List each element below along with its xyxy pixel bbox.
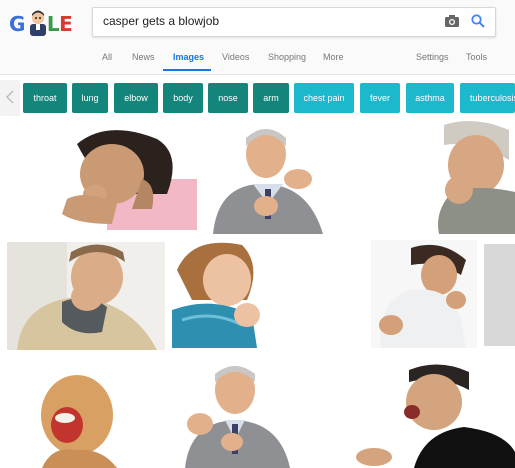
chip-lung[interactable]: lung	[72, 83, 108, 113]
chip-nose[interactable]: nose	[208, 83, 248, 113]
tab-images[interactable]: Images	[173, 52, 204, 62]
chips-scroll-left-button[interactable]	[0, 80, 20, 116]
older-man-coughing-2-image	[170, 362, 300, 468]
chip-fever[interactable]: fever	[360, 83, 400, 113]
image-result-older-man-coughing-2[interactable]	[170, 362, 300, 468]
bald-man-yelling-image	[32, 370, 122, 468]
image-result-bald-man-yelling[interactable]	[32, 370, 122, 468]
settings-link[interactable]: Settings	[416, 52, 449, 62]
image-result-older-man-coughing[interactable]	[208, 124, 328, 234]
man-scarf-coughing-image	[414, 120, 515, 234]
chevron-left-icon	[6, 90, 14, 104]
tab-news[interactable]: News	[132, 52, 155, 62]
chip-chest-pain[interactable]: chest pain	[294, 83, 354, 113]
image-result-woman-blue-scarf-coughing[interactable]	[172, 240, 270, 348]
image-result-gray-thumbnail[interactable]	[484, 244, 515, 346]
older-man-coughing-image	[208, 124, 328, 234]
woman-blue-scarf-coughing-image	[172, 240, 270, 348]
chip-throat[interactable]: throat	[23, 83, 67, 113]
search-nav: All News Images Videos Shopping More Set…	[0, 50, 515, 72]
image-result-man-beige-sweater-coughing[interactable]	[7, 242, 165, 350]
tab-all[interactable]: All	[102, 52, 112, 62]
tab-more[interactable]: More	[323, 52, 344, 62]
image-result-man-scarf-coughing[interactable]	[414, 120, 515, 234]
image-result-man-white-shirt-coughing[interactable]	[371, 240, 477, 348]
image-result-man-dark-shirt-coughing[interactable]	[354, 362, 515, 468]
woman-coughing-image	[7, 124, 197, 230]
chip-arm[interactable]: arm	[253, 83, 289, 113]
chip-asthma[interactable]: asthma	[406, 83, 454, 113]
search-input[interactable]: casper gets a blowjob	[92, 7, 496, 37]
tab-videos[interactable]: Videos	[222, 52, 249, 62]
related-chips-bar: throat lung elbow body nose arm chest pa…	[0, 80, 515, 116]
man-dark-shirt-coughing-image	[354, 362, 515, 468]
image-result-woman-coughing[interactable]	[7, 124, 197, 230]
camera-icon[interactable]	[445, 15, 459, 27]
google-doodle-logo[interactable]: G LE	[9, 10, 75, 36]
search-icon[interactable]	[471, 14, 485, 28]
chip-body[interactable]: body	[163, 83, 203, 113]
tools-link[interactable]: Tools	[466, 52, 487, 62]
header: G LE casper gets a blowjob All News Image…	[0, 0, 515, 75]
man-beige-sweater-coughing-image	[7, 242, 165, 350]
search-query-text: casper gets a blowjob	[103, 14, 220, 28]
gray-thumbnail-image	[484, 244, 515, 346]
doodle-character-icon	[30, 10, 46, 36]
chip-elbow[interactable]: elbow	[114, 83, 158, 113]
man-white-shirt-coughing-image	[371, 240, 477, 348]
tab-shopping[interactable]: Shopping	[268, 52, 306, 62]
chip-tuberculosis[interactable]: tuberculosis	[460, 83, 515, 113]
active-tab-underline	[163, 69, 211, 71]
